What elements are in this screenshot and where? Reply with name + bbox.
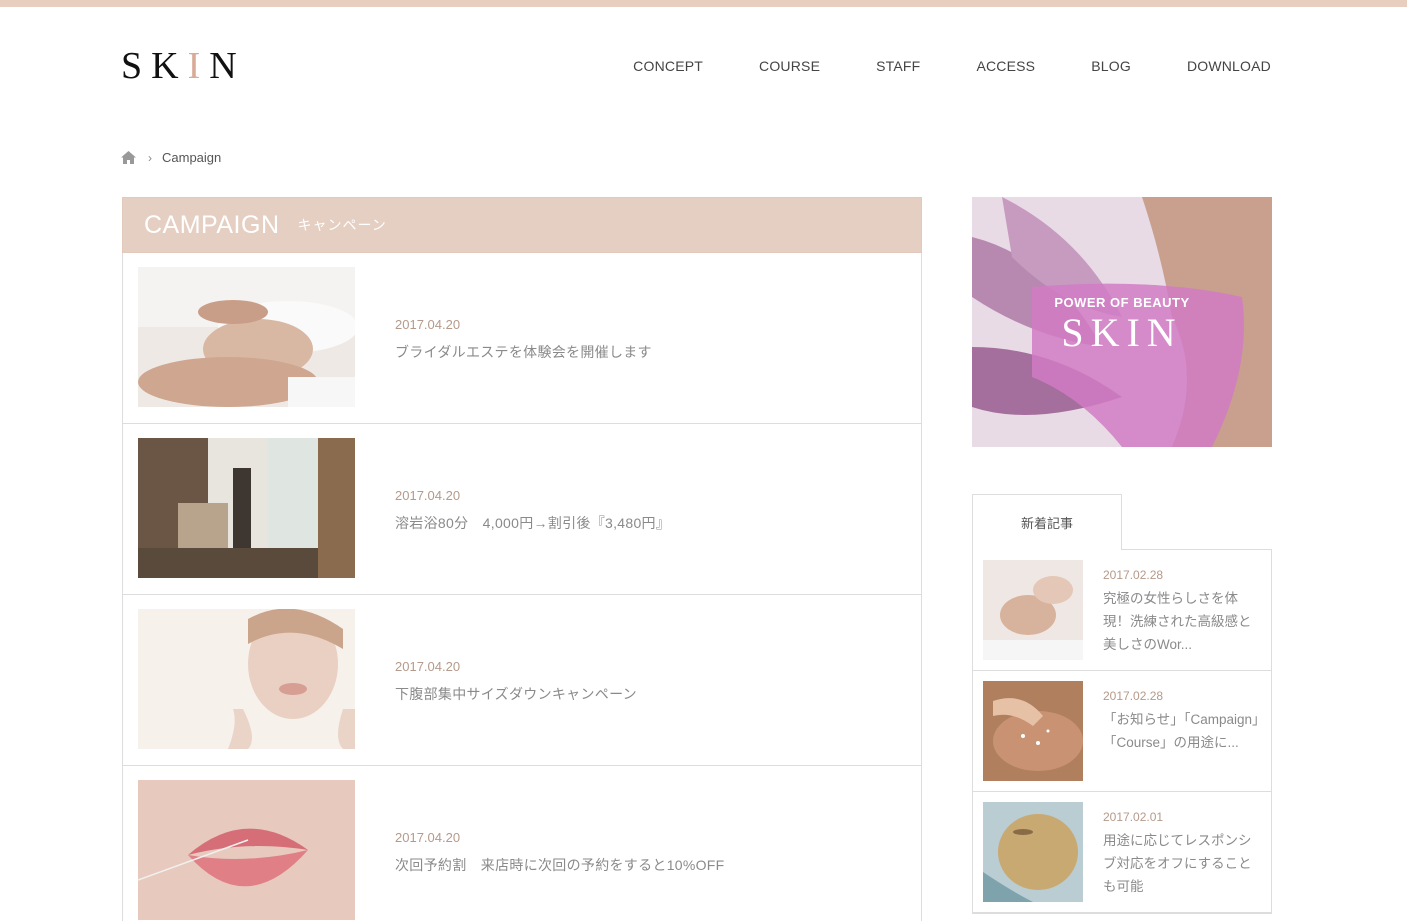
post-thumbnail-facial-massage[interactable] xyxy=(138,267,355,407)
post-item[interactable]: 2017.04.20 下腹部集中サイズダウンキャンペーン xyxy=(122,595,922,766)
recent-posts-widget: 新着記事 2017.02.28 究極の女性らしさを体現！洗練された高級感と美しさ… xyxy=(972,494,1272,914)
item-date: 2017.02.28 xyxy=(1103,568,1164,582)
post-thumbnail-spa-room[interactable] xyxy=(138,438,355,578)
item-date: 2017.02.28 xyxy=(1103,689,1164,703)
nav-download[interactable]: DOWNLOAD xyxy=(1187,58,1271,74)
post-title[interactable]: 溶岩浴80分 4,000円→割引後『3,480円』 xyxy=(395,513,670,533)
promo-banner[interactable]: POWER OF BEAUTY SKIN xyxy=(972,197,1272,447)
site-logo[interactable]: SKIN xyxy=(121,46,246,86)
post-meta: 2017.04.20 下腹部集中サイズダウンキャンペーン xyxy=(395,659,637,704)
section-title: CAMPAIGN xyxy=(144,210,280,239)
section-subtitle: キャンペーン xyxy=(297,217,387,233)
post-meta: 2017.04.20 次回予約割 来店時に次回の予約をすると10%OFF xyxy=(395,830,725,875)
list-item[interactable]: 2017.02.28 究極の女性らしさを体現！洗練された高級感と美しさのWor.… xyxy=(973,550,1271,671)
breadcrumb: › Campaign xyxy=(121,150,221,165)
post-date: 2017.04.20 xyxy=(395,830,461,845)
post-date: 2017.04.20 xyxy=(395,659,461,674)
top-accent-bar xyxy=(0,0,1407,7)
item-thumbnail[interactable] xyxy=(983,681,1083,781)
post-thumbnail-lips[interactable] xyxy=(138,780,355,920)
post-item[interactable]: 2017.04.20 ブライダルエステを体験会を開催します xyxy=(122,253,922,424)
post-title[interactable]: 次回予約割 来店時に次回の予約をすると10%OFF xyxy=(395,855,725,875)
post-date: 2017.04.20 xyxy=(395,317,461,332)
post-meta: 2017.04.20 溶岩浴80分 4,000円→割引後『3,480円』 xyxy=(395,488,670,533)
list-item[interactable]: 2017.02.28 「お知らせ」「Campaign」「Course」の用途に.… xyxy=(973,671,1271,792)
nav-blog[interactable]: BLOG xyxy=(1091,58,1131,74)
post-meta: 2017.04.20 ブライダルエステを体験会を開催します xyxy=(395,317,652,362)
nav-access[interactable]: ACCESS xyxy=(976,58,1035,74)
breadcrumb-current: Campaign xyxy=(162,150,222,165)
main-nav: CONCEPT COURSE STAFF ACCESS BLOG DOWNLOA… xyxy=(577,58,1271,74)
item-title[interactable]: 「お知らせ」「Campaign」「Course」の用途に... xyxy=(1103,708,1261,754)
nav-course[interactable]: COURSE xyxy=(759,58,820,74)
recent-posts-list: 2017.02.28 究極の女性らしさを体現！洗練された高級感と美しさのWor.… xyxy=(972,549,1272,914)
banner-tagline: POWER OF BEAUTY xyxy=(1054,295,1190,310)
post-thumbnail-face-care[interactable] xyxy=(138,609,355,749)
post-title[interactable]: ブライダルエステを体験会を開催します xyxy=(395,342,652,362)
post-item[interactable]: 2017.04.20 溶岩浴80分 4,000円→割引後『3,480円』 xyxy=(122,424,922,595)
tab-recent-posts[interactable]: 新着記事 xyxy=(972,494,1122,550)
item-thumbnail[interactable] xyxy=(983,802,1083,902)
nav-staff[interactable]: STAFF xyxy=(876,58,920,74)
home-icon[interactable] xyxy=(121,151,136,164)
post-item[interactable]: 2017.04.20 次回予約割 来店時に次回の予約をすると10%OFF xyxy=(122,766,922,921)
item-title[interactable]: 用途に応じてレスポンシブ対応をオフにすることも可能 xyxy=(1103,829,1261,898)
nav-concept[interactable]: CONCEPT xyxy=(633,58,703,74)
post-date: 2017.04.20 xyxy=(395,488,461,503)
chevron-right-icon: › xyxy=(148,150,152,165)
item-date: 2017.02.01 xyxy=(1103,810,1164,824)
list-item[interactable]: 2017.02.01 用途に応じてレスポンシブ対応をオフにすることも可能 xyxy=(973,792,1271,913)
sidebar: POWER OF BEAUTY SKIN 新着記事 2017.02.28 究極の… xyxy=(972,197,1272,914)
item-thumbnail[interactable] xyxy=(983,560,1083,660)
banner-logo: SKIN xyxy=(1061,310,1183,355)
post-title[interactable]: 下腹部集中サイズダウンキャンペーン xyxy=(395,684,637,704)
campaign-list: CAMPAIGN キャンペーン 2017.04.20 ブライダルエステを体験会を… xyxy=(122,197,922,921)
item-title[interactable]: 究極の女性らしさを体現！洗練された高級感と美しさのWor... xyxy=(1103,587,1261,656)
section-header: CAMPAIGN キャンペーン xyxy=(122,197,922,253)
